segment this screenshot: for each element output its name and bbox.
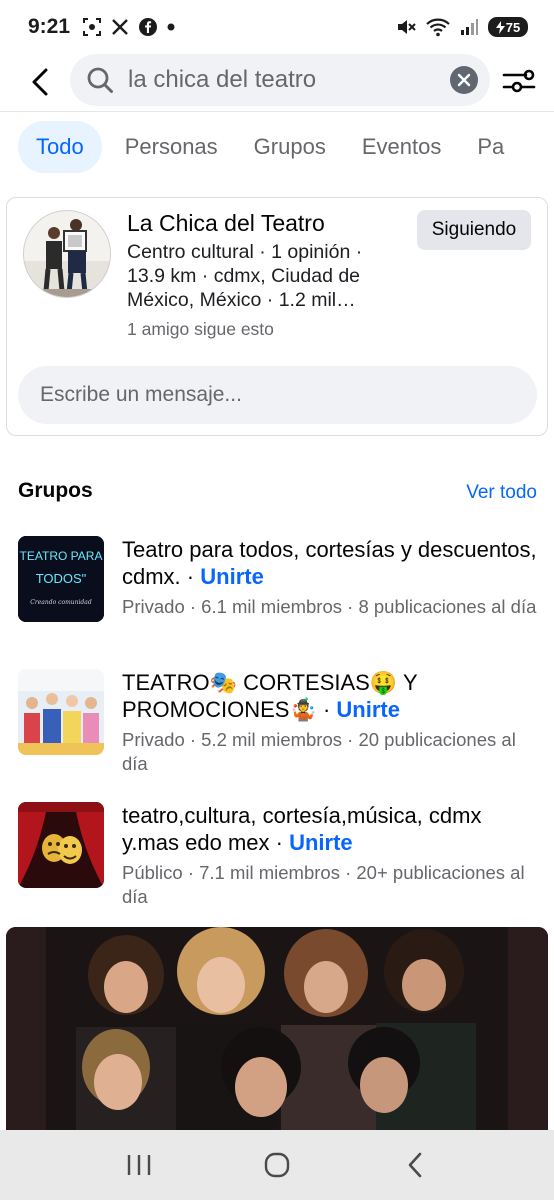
battery-indicator: 75: [488, 17, 528, 37]
group-item[interactable]: TEATRO PARA TODOS" Creando comunidad Tea…: [18, 536, 538, 636]
facebook-icon: [139, 18, 158, 36]
post-image[interactable]: [6, 927, 548, 1137]
page-result-card[interactable]: La Chica del Teatro Centro cultural · 1 …: [6, 197, 548, 436]
arrow-left-icon: [32, 68, 48, 96]
system-nav-bar: [0, 1130, 554, 1200]
group-text: TEATRO🎭 CORTESIAS🤑 Y PROMOCIONES🤹 · Unir…: [122, 669, 542, 776]
following-button[interactable]: Siguiendo: [417, 210, 531, 250]
x-app-icon: [112, 19, 128, 35]
battery-level: 75: [505, 19, 521, 35]
notification-icons: [82, 17, 175, 37]
screenshot-icon: [83, 18, 102, 36]
system-status: 75: [395, 16, 528, 38]
signal-icon: [461, 19, 478, 35]
sliders-icon: [502, 69, 536, 93]
home-button[interactable]: [247, 1140, 307, 1190]
search-input[interactable]: la chica del teatro: [70, 54, 490, 106]
groups-section-title: Grupos: [18, 479, 93, 502]
status-time: 9:21: [28, 15, 71, 38]
group-name[interactable]: TEATRO🎭 CORTESIAS🤑 Y PROMOCIONES🤹 · Unir…: [122, 669, 542, 723]
filter-button[interactable]: [500, 64, 538, 98]
header-divider: [0, 111, 554, 112]
group-text: teatro,cultura, cortesía,música, cdmx y.…: [122, 802, 542, 909]
join-link[interactable]: Unirte: [200, 564, 264, 589]
group-item[interactable]: TEATRO🎭 CORTESIAS🤑 Y PROMOCIONES🤹 · Unir…: [18, 669, 538, 774]
back-icon: [408, 1152, 422, 1178]
dot-icon: [167, 23, 175, 31]
search-header: la chica del teatro: [0, 54, 554, 112]
group-meta: Público · 7.1 mil miembros · 20+ publica…: [122, 862, 525, 907]
group-item[interactable]: teatro,cultura, cortesía,música, cdmx y.…: [18, 802, 538, 907]
join-link[interactable]: Unirte: [289, 830, 353, 855]
recent-apps-icon: [127, 1155, 151, 1175]
thumb-text-line3: Creando comunidad: [30, 599, 92, 606]
message-input[interactable]: Escribe un mensaje...: [18, 366, 537, 424]
filter-tabs: Todo Personas Grupos Eventos Pa: [0, 120, 554, 174]
group-thumbnail[interactable]: TEATRO PARA TODOS" Creando comunidad: [18, 536, 104, 622]
search-query[interactable]: la chica del teatro: [128, 66, 450, 94]
wifi-icon: [426, 18, 450, 37]
group-thumbnail[interactable]: [18, 669, 104, 755]
group-text: Teatro para todos, cortesías y descuento…: [122, 536, 542, 619]
group-name[interactable]: Teatro para todos, cortesías y descuento…: [122, 536, 542, 590]
see-all-link[interactable]: Ver todo: [466, 482, 537, 504]
page-avatar[interactable]: [23, 210, 111, 298]
page-name[interactable]: La Chica del Teatro: [127, 210, 325, 237]
group-thumbnail[interactable]: [18, 802, 104, 888]
recent-apps-button[interactable]: [109, 1140, 169, 1190]
page-meta: Centro cultural · 1 opinión · 13.9 km · …: [127, 241, 363, 311]
tab-grupos[interactable]: Grupos: [241, 121, 339, 173]
page-friends: 1 amigo sigue esto: [127, 319, 274, 339]
group-meta: Privado · 5.2 mil miembros · 20 publicac…: [122, 729, 516, 774]
charging-icon: [495, 20, 505, 34]
clear-icon[interactable]: [450, 66, 478, 94]
system-back-button[interactable]: [385, 1140, 445, 1190]
join-link[interactable]: Unirte: [336, 697, 400, 722]
home-icon: [264, 1152, 290, 1178]
group-name-text[interactable]: Teatro para todos, cortesías y descuento…: [122, 537, 537, 589]
tab-personas[interactable]: Personas: [112, 121, 231, 173]
group-meta: Privado · 6.1 mil miembros · 8 publicaci…: [122, 596, 537, 617]
search-icon: [86, 65, 116, 95]
thumb-text-line1: TEATRO PARA: [20, 549, 103, 563]
back-button[interactable]: [22, 64, 58, 100]
tab-paginas[interactable]: Pa: [464, 121, 517, 173]
thumb-text-line2: TODOS": [36, 571, 87, 586]
mute-icon: [398, 20, 416, 34]
group-name[interactable]: teatro,cultura, cortesía,música, cdmx y.…: [122, 802, 542, 856]
tab-eventos[interactable]: Eventos: [349, 121, 455, 173]
status-bar: 9:21 75: [0, 0, 554, 54]
tab-todo[interactable]: Todo: [18, 121, 102, 173]
